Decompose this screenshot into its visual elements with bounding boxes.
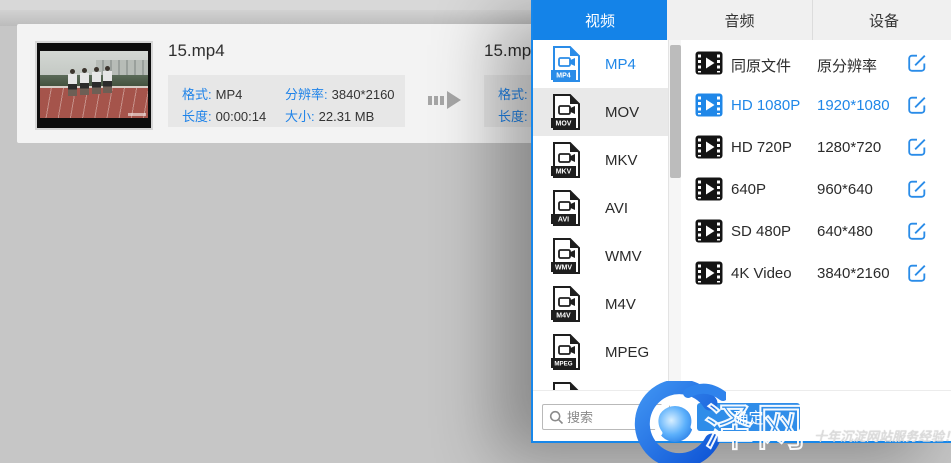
file-type-icon: MP4: [549, 44, 583, 89]
video-thumbnail: [35, 41, 153, 130]
quality-item-4k[interactable]: 4K Video 3840*2160: [681, 252, 951, 294]
file-type-icon: AVI: [549, 188, 583, 233]
file-type-icon: M4V: [549, 284, 583, 329]
edit-settings-button[interactable]: [906, 178, 928, 200]
film-icon: [695, 177, 723, 206]
quality-item-sd480p[interactable]: SD 480P 640*480: [681, 210, 951, 252]
scrollbar-thumb[interactable]: [670, 45, 681, 178]
quality-item-hd720p[interactable]: HD 720P 1280*720: [681, 126, 951, 168]
svg-text:AVI: AVI: [558, 217, 569, 224]
format-item-mov[interactable]: MOV MOV: [533, 88, 668, 136]
file-type-icon: [549, 380, 583, 390]
thumbnail-watermark: [128, 113, 146, 116]
edit-settings-button[interactable]: [906, 136, 928, 158]
source-info-box: 格式:MP4 分辨率:3840*2160 长度:00:00:14 大小:22.3…: [168, 75, 405, 127]
format-item-next[interactable]: [533, 376, 668, 390]
format-list-scrollbar[interactable]: [668, 40, 681, 390]
source-resolution: 分辨率:3840*2160: [285, 84, 395, 103]
convert-arrow-icon: [428, 88, 472, 112]
video-thumbnail-image: [40, 51, 148, 118]
format-item-wmv[interactable]: WMV WMV: [533, 232, 668, 280]
svg-text:MKV: MKV: [556, 169, 572, 176]
search-icon: [549, 410, 564, 425]
format-item-mpeg[interactable]: MPEG MPEG: [533, 328, 668, 376]
source-filename: 15.mp4: [168, 41, 225, 61]
svg-text:MPEG: MPEG: [554, 361, 572, 368]
format-list: MP4 MP4 MOV: [533, 40, 668, 390]
svg-text:MP4: MP4: [556, 73, 571, 80]
file-type-icon: WMV: [549, 236, 583, 281]
film-icon: [695, 219, 723, 248]
file-type-icon: MPEG: [549, 332, 583, 377]
tab-device[interactable]: 设备: [812, 0, 951, 40]
format-item-mp4[interactable]: MP4 MP4: [533, 40, 668, 88]
source-size: 大小:22.31 MB: [285, 106, 374, 125]
source-duration: 长度:00:00:14: [182, 106, 266, 125]
svg-text:WMV: WMV: [555, 265, 572, 272]
edit-settings-button[interactable]: [906, 262, 928, 284]
app-window: 15.mp4 格式:MP4 分辨率:3840*2160 长度:00:00:14 …: [0, 0, 951, 463]
edit-settings-button[interactable]: [906, 94, 928, 116]
format-item-mkv[interactable]: MKV MKV: [533, 136, 668, 184]
format-item-m4v[interactable]: M4V M4V: [533, 280, 668, 328]
dialog-tabbar: 视频 音频 设备: [533, 0, 951, 40]
format-select-dialog: 视频 音频 设备 MP4: [531, 0, 951, 443]
confirm-button[interactable]: 确定: [697, 403, 800, 431]
edit-settings-button[interactable]: [906, 220, 928, 242]
film-icon: [695, 261, 723, 290]
source-format: 格式:MP4: [182, 84, 242, 103]
quality-item-hd1080p[interactable]: HD 1080P 1920*1080: [681, 84, 951, 126]
film-icon: [695, 135, 723, 164]
quality-list: 同原文件 原分辨率: [681, 40, 951, 390]
edit-settings-button[interactable]: [906, 52, 928, 74]
film-icon: [695, 51, 723, 80]
quality-item-original[interactable]: 同原文件 原分辨率: [681, 42, 951, 84]
tab-video[interactable]: 视频: [533, 0, 667, 40]
quality-item-640p[interactable]: 640P 960*640: [681, 168, 951, 210]
tab-audio[interactable]: 音频: [667, 0, 812, 40]
svg-text:MOV: MOV: [556, 121, 572, 128]
search-input[interactable]: [567, 405, 667, 429]
file-type-icon: MOV: [549, 92, 583, 137]
file-type-icon: MKV: [549, 140, 583, 185]
format-item-avi[interactable]: AVI AVI: [533, 184, 668, 232]
film-icon: [695, 93, 723, 122]
svg-text:M4V: M4V: [556, 313, 571, 320]
dialog-bottom-bar: 确定: [533, 390, 951, 441]
search-box[interactable]: [542, 404, 670, 430]
